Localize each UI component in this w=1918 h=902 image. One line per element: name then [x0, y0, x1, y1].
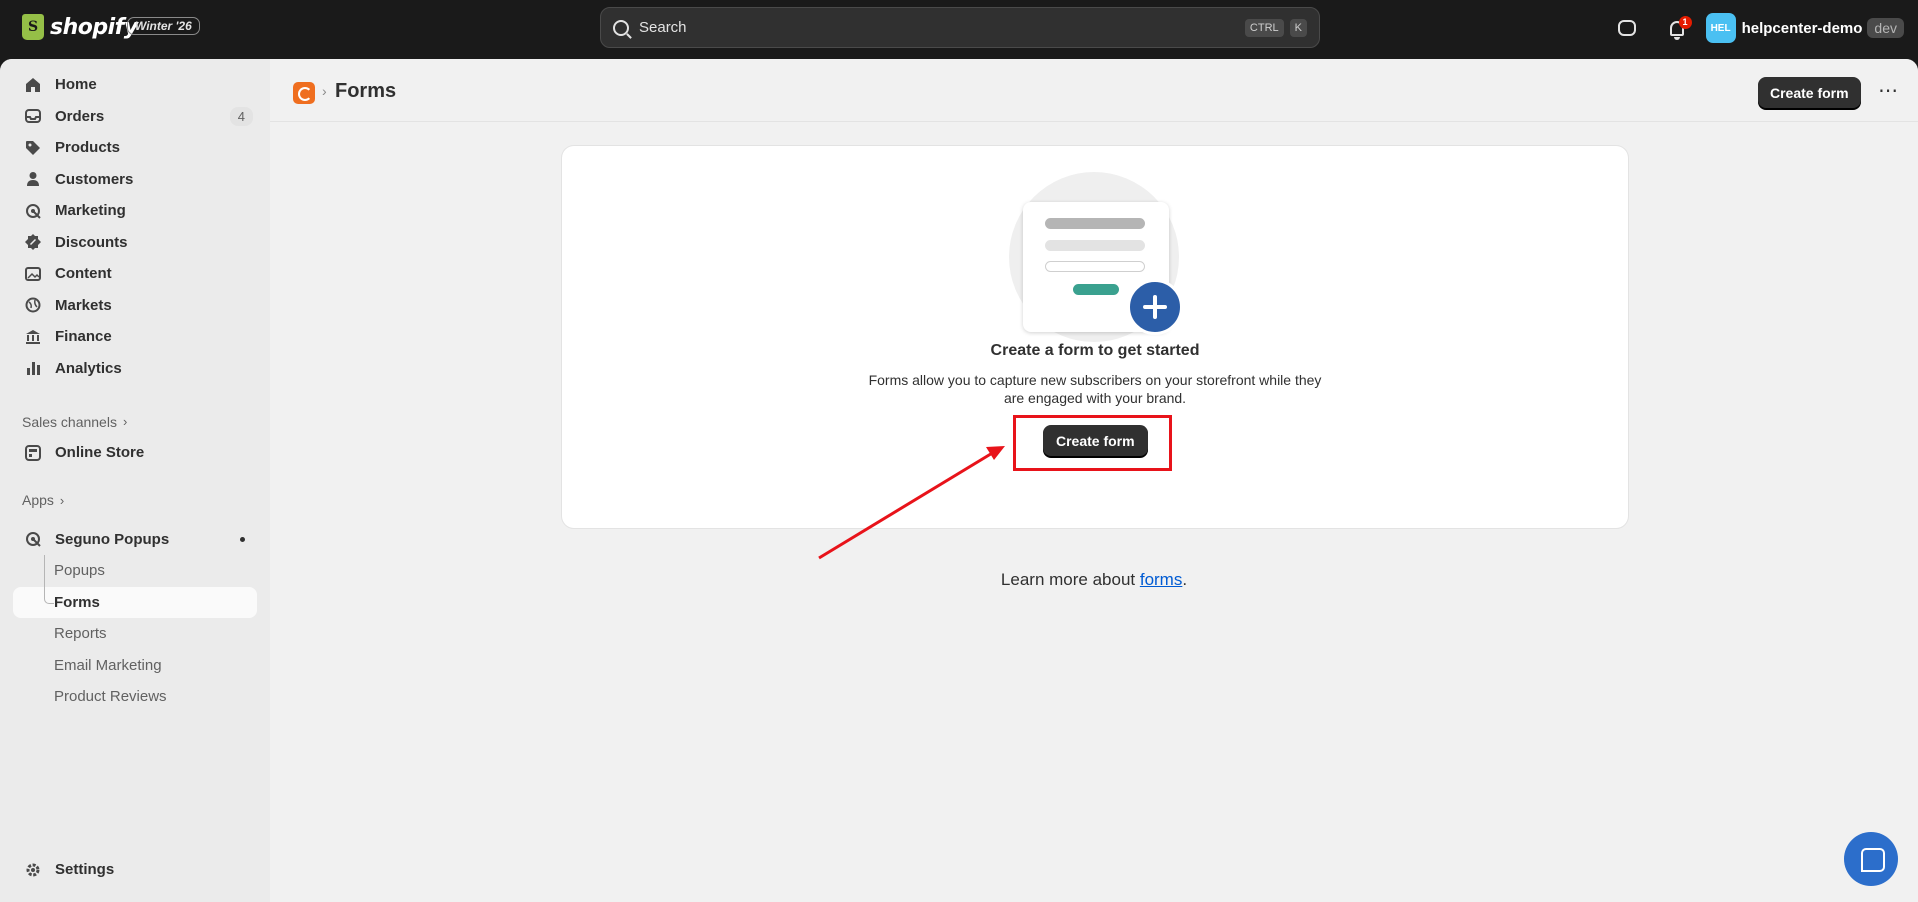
notification-badge: 1	[1678, 16, 1692, 29]
store-avatar[interactable]: HEL	[1705, 13, 1736, 43]
annotation-arrow	[818, 446, 1005, 560]
notifications-button[interactable]: 1	[1660, 11, 1694, 45]
app-shell: Home Orders 4 Products Customers Marketi…	[0, 59, 1918, 902]
store-name[interactable]: helpcenter-demo	[1742, 20, 1863, 37]
top-bar: shopify Winter '26 Search CTRL K 1 HEL h…	[0, 0, 1918, 56]
search-icon	[613, 19, 629, 36]
help-chat-button[interactable]	[1844, 832, 1898, 886]
search-placeholder: Search	[639, 19, 687, 36]
sidekick-button[interactable]	[1610, 11, 1644, 45]
sidekick-icon	[1617, 20, 1636, 36]
version-badge: Winter '26	[127, 17, 200, 35]
shortcut-key-ctrl: CTRL	[1244, 18, 1284, 37]
search-bar[interactable]: Search CTRL K	[600, 7, 1320, 48]
shortcut-key-k: K	[1289, 18, 1307, 37]
logo-text: shopify	[50, 14, 138, 40]
shopify-logo[interactable]: shopify	[22, 14, 138, 40]
shopify-bag-icon	[22, 14, 44, 40]
store-dev-badge: dev	[1867, 18, 1904, 38]
